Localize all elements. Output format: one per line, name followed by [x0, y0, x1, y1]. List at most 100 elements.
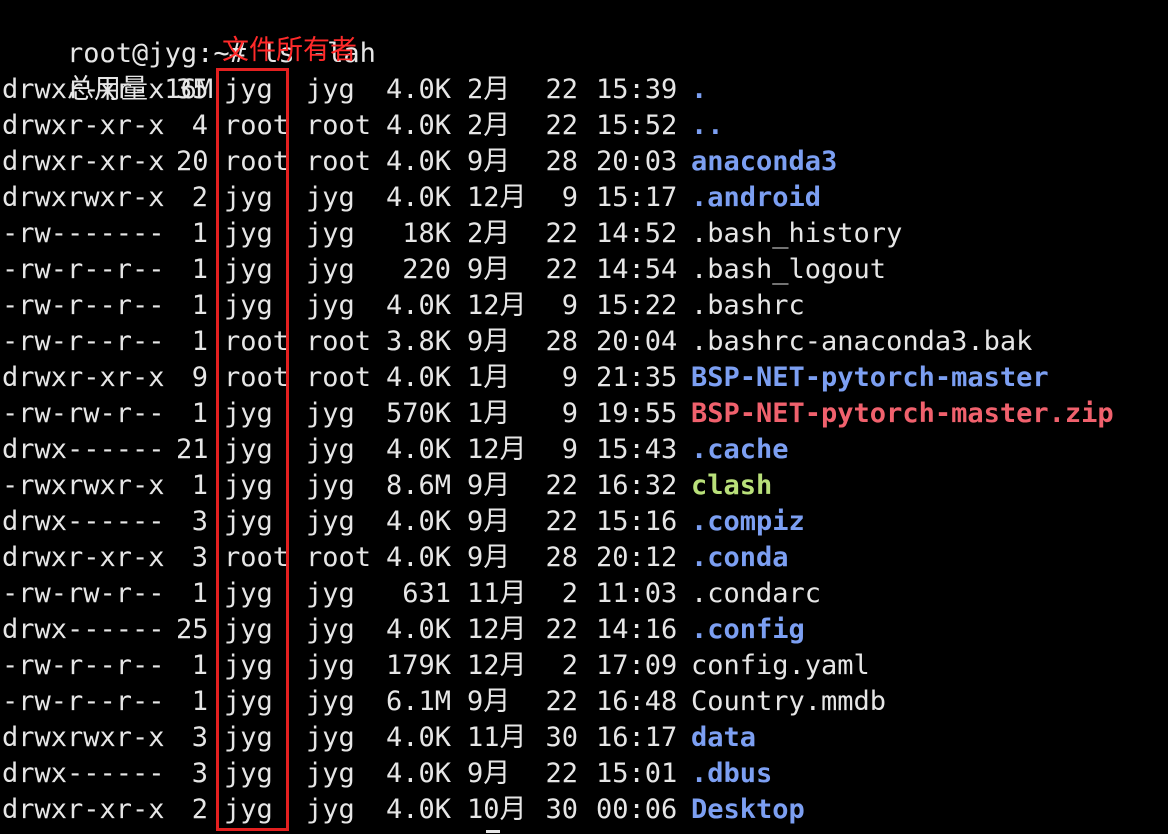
group: jyg [306, 290, 355, 321]
permissions: -rw-r--r-- [2, 650, 165, 681]
link-count: 1 [191, 254, 208, 285]
listing-row: -rw-r--r-- 1 jyg jyg 179K 12月 2 17:09 config.yam… [2, 648, 1162, 684]
link-count: 4 [191, 110, 208, 141]
file-size: 4.0K [385, 110, 451, 141]
link-count: 3 [191, 758, 208, 789]
link-count: 20 [176, 146, 209, 177]
month: 9月 [467, 686, 511, 717]
listing-row: drwxrwxr-x 2 jyg jyg 4.0K 12月 9 15:17 .android [2, 180, 1162, 216]
time: 15:43 [596, 434, 678, 465]
file-size: 8.6M [385, 470, 451, 501]
permissions: drwxr-xr-x [2, 74, 165, 105]
day: 22 [545, 614, 578, 645]
group: jyg [306, 74, 355, 105]
owner-annotation-label: 文件所有者 [222, 35, 357, 66]
month: 2月 [467, 110, 511, 141]
time: 14:16 [596, 614, 678, 645]
file-name: .bashrc [691, 290, 805, 321]
time: 17:09 [596, 650, 678, 681]
listing-row: -rw-r--r-- 1 jyg jyg 220 9月 22 14:54 .bash_logou… [2, 252, 1162, 288]
file-size: 4.0K [385, 182, 451, 213]
month: 9月 [467, 506, 511, 537]
day: 22 [545, 506, 578, 537]
month: 1月 [467, 398, 511, 429]
listing-row: drwx------ 25 jyg jyg 4.0K 12月 22 14:16 .config [2, 612, 1162, 648]
month: 9月 [467, 254, 511, 285]
file-name: .conda [691, 542, 789, 573]
time: 15:01 [596, 758, 678, 789]
link-count: 9 [191, 362, 208, 393]
day: 9 [561, 398, 578, 429]
link-count: 2 [191, 182, 208, 213]
day: 22 [545, 254, 578, 285]
file-size: 179K [385, 650, 451, 681]
time: 21:35 [596, 362, 678, 393]
owner: jyg [224, 290, 273, 321]
day: 30 [545, 794, 578, 825]
day: 22 [545, 218, 578, 249]
file-name: data [691, 722, 757, 753]
file-name: .bashrc-anaconda3.bak [691, 326, 1033, 357]
day: 22 [545, 470, 578, 501]
permissions: drwx------ [2, 506, 165, 537]
day: 9 [561, 182, 578, 213]
permissions: -rw-rw-r-- [2, 578, 165, 609]
month: 9月 [467, 542, 511, 573]
group: root [306, 146, 372, 177]
link-count: 1 [191, 578, 208, 609]
command-prompt-line: root@jyg:~# ls -lah [2, 0, 1162, 69]
file-size: 220 [402, 254, 451, 285]
listing-row: -rwxrwxr-x 1 jyg jyg 8.6M 9月 22 16:32 clash [2, 468, 1162, 504]
permissions: drwxr-xr-x [2, 110, 165, 141]
link-count: 1 [191, 326, 208, 357]
file-size: 4.0K [385, 434, 451, 465]
terminal-window[interactable]: root@jyg:~# ls -lah 总用量 16M drwxr-xr-x 35… [2, 0, 1162, 828]
permissions: -rwxrwxr-x [2, 470, 165, 501]
link-count: 1 [191, 398, 208, 429]
permissions: drwxrwxr-x [2, 182, 165, 213]
group: jyg [306, 254, 355, 285]
month: 9月 [467, 146, 511, 177]
listing-row: drwxr-xr-x 3 root root 4.0K 9月 28 20:12 .conda [2, 540, 1162, 576]
month: 9月 [467, 758, 511, 789]
listing-row: drwx------ 3 jyg jyg 4.0K 9月 22 15:16 .compiz [2, 504, 1162, 540]
month: 11月 [467, 722, 527, 753]
month: 12月 [467, 650, 527, 681]
time: 14:54 [596, 254, 678, 285]
listing-row: -rw-rw-r-- 1 jyg jyg 570K 1月 9 19:55 BSP-NET-pyt… [2, 396, 1162, 432]
file-name: .compiz [691, 506, 805, 537]
day: 22 [545, 758, 578, 789]
time: 15:22 [596, 290, 678, 321]
month: 2月 [467, 218, 511, 249]
file-name: .condarc [691, 578, 822, 609]
time: 11:03 [596, 578, 678, 609]
permissions: -rw-rw-r-- [2, 398, 165, 429]
group: jyg [306, 650, 355, 681]
time: 15:17 [596, 182, 678, 213]
month: 12月 [467, 434, 527, 465]
time: 16:17 [596, 722, 678, 753]
owner: jyg [224, 218, 273, 249]
file-name: .android [691, 182, 822, 213]
time: 20:12 [596, 542, 678, 573]
file-size: 4.0K [385, 146, 451, 177]
file-size: 6.1M [385, 686, 451, 717]
day: 30 [545, 722, 578, 753]
file-size: 4.0K [385, 74, 451, 105]
file-size: 4.0K [385, 722, 451, 753]
file-name: . [691, 74, 708, 105]
group: jyg [306, 614, 355, 645]
link-count: 1 [191, 290, 208, 321]
link-count: 1 [191, 218, 208, 249]
file-name: .bash_history [691, 218, 903, 249]
month: 10月 [467, 794, 527, 825]
group: jyg [306, 218, 355, 249]
listing-row: drwxr-xr-x 2 jyg jyg 4.0K 10月 30 00:06 Desktop [2, 792, 1162, 828]
file-name: .bash_logout [691, 254, 887, 285]
owner: jyg [224, 74, 273, 105]
group: jyg [306, 794, 355, 825]
owner: jyg [224, 650, 273, 681]
day: 22 [545, 686, 578, 717]
month: 12月 [467, 614, 527, 645]
file-name: .config [691, 614, 805, 645]
